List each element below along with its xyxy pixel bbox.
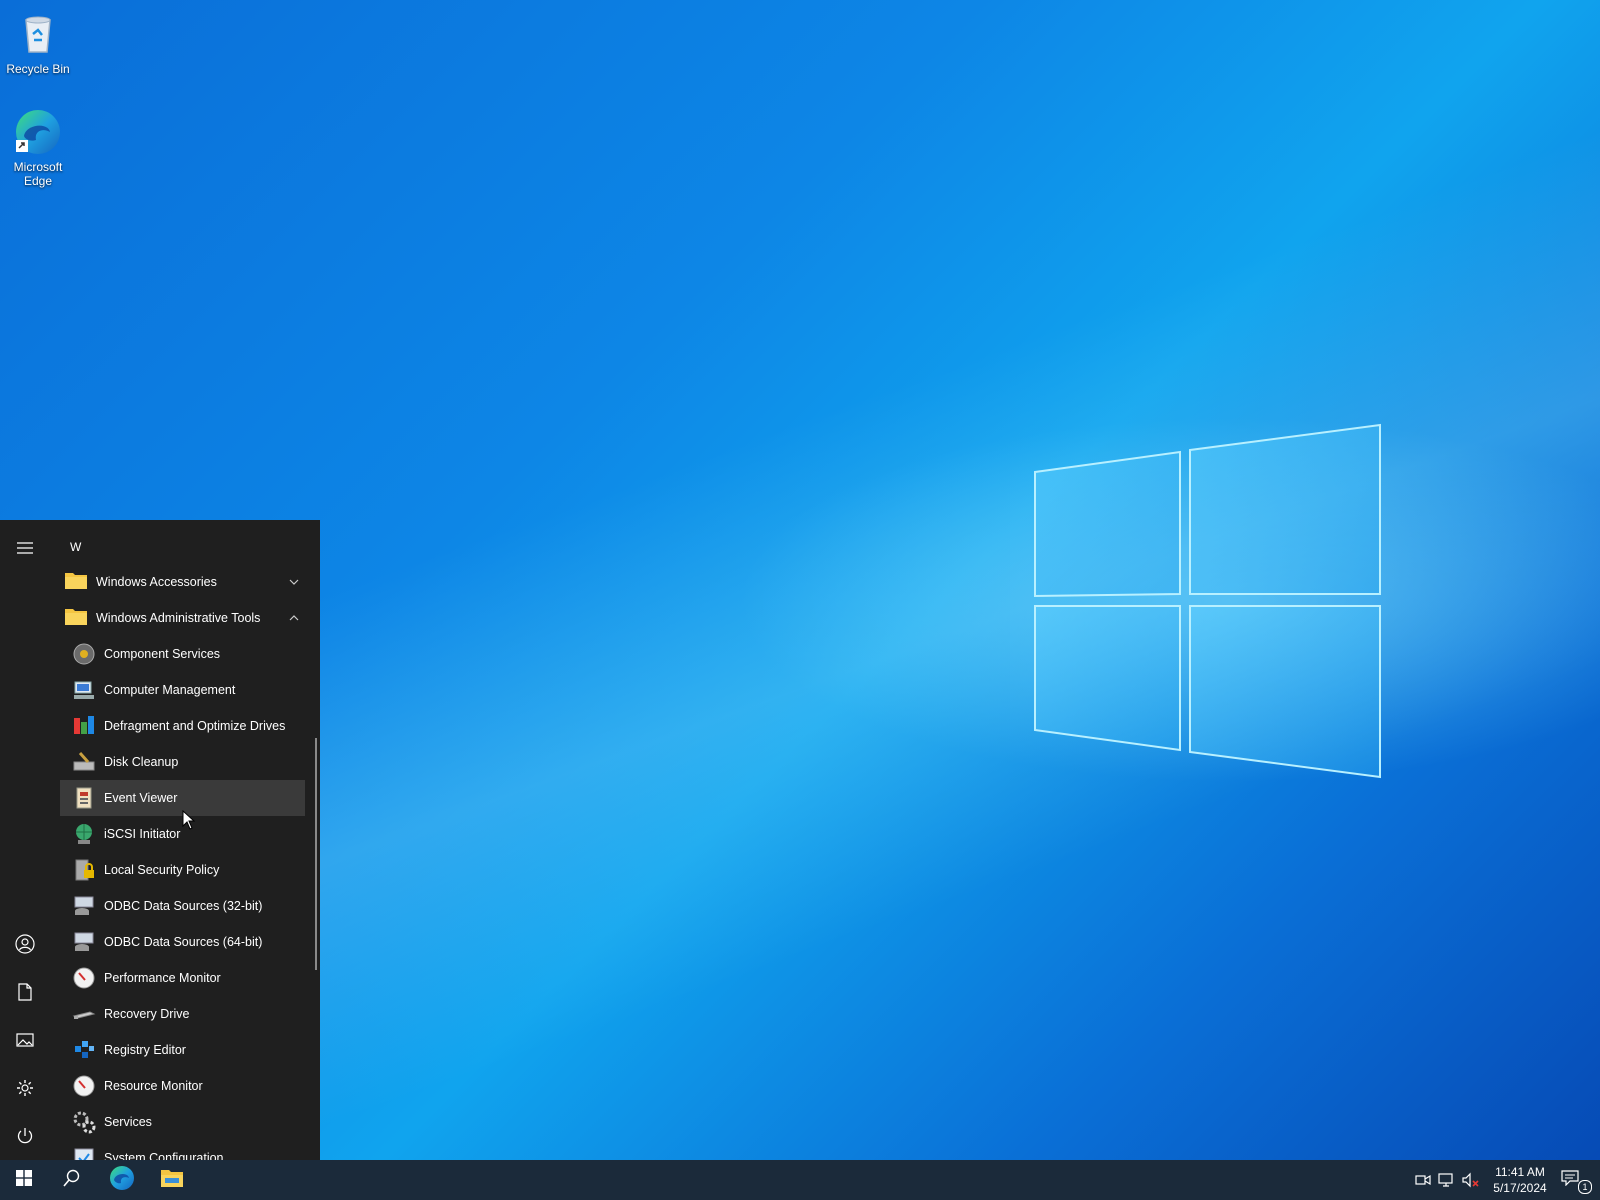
desktop-icon-label: Microsoft Edge [13,160,63,188]
volume-muted-icon[interactable] [1460,1160,1482,1200]
app-label: iSCSI Initiator [104,827,181,841]
event-viewer-icon [72,786,96,810]
app-component-services[interactable]: Component Services [60,636,305,672]
folder-windows-administrative-tools[interactable]: Windows Administrative Tools [60,600,305,636]
documents-icon[interactable] [0,970,50,1014]
app-label: Event Viewer [104,791,178,805]
app-list: W Windows Accessories Windows Administra… [50,520,320,1160]
start-menu-rail [0,520,50,1160]
app-local-security-policy[interactable]: Local Security Policy [60,852,305,888]
security-policy-icon [72,858,96,882]
desktop-icon-recycle-bin[interactable]: Recycle Bin [0,10,76,76]
app-label: Local Security Policy [104,863,220,877]
app-label: Services [104,1115,152,1129]
performance-monitor-icon [72,966,96,990]
user-account-icon[interactable] [0,922,50,966]
app-registry-editor[interactable]: Registry Editor [60,1032,305,1068]
clock-time: 11:41 AM [1495,1165,1545,1179]
windows-logo-wallpaper [1034,423,1381,779]
defragment-icon [72,714,96,738]
edge-icon [14,108,62,156]
app-label: Disk Cleanup [104,755,179,769]
services-icon [72,1110,96,1134]
app-label: ODBC Data Sources (64-bit) [104,935,263,949]
hamburger-menu-icon[interactable] [0,526,50,570]
folder-icon [64,606,88,630]
app-recovery-drive[interactable]: Recovery Drive [60,996,305,1032]
odbc-icon [72,930,96,954]
odbc-icon [72,894,96,918]
recycle-bin-icon [14,10,62,58]
component-services-icon [72,642,96,666]
folder-icon [64,570,88,594]
registry-editor-icon [72,1038,96,1062]
app-label: Registry Editor [104,1043,186,1057]
app-performance-monitor[interactable]: Performance Monitor [60,960,305,996]
app-label: Computer Management [104,683,236,697]
app-resource-monitor[interactable]: Resource Monitor [60,1068,305,1104]
desktop-icon-label: Recycle Bin [6,62,70,76]
app-services[interactable]: Services [60,1104,305,1140]
power-icon[interactable] [0,1114,50,1158]
start-menu-scrollbar[interactable] [315,738,317,970]
mouse-cursor-icon [182,810,196,830]
search-icon [63,1169,81,1192]
app-label: Defragment and Optimize Drives [104,719,286,733]
app-label: System Configuration [104,1151,224,1160]
app-label: Performance Monitor [104,971,221,985]
disk-cleanup-icon [72,750,96,774]
clock-date: 5/17/2024 [1493,1181,1547,1195]
app-odbc-32[interactable]: ODBC Data Sources (32-bit) [60,888,305,924]
start-windows-icon [16,1169,32,1191]
app-odbc-64[interactable]: ODBC Data Sources (64-bit) [60,924,305,960]
taskbar-edge-button[interactable] [98,1160,146,1200]
recovery-drive-icon [72,1002,96,1026]
computer-management-icon [72,678,96,702]
app-system-configuration[interactable]: System Configuration [60,1140,305,1160]
chevron-down-icon [289,574,299,588]
app-disk-cleanup[interactable]: Disk Cleanup [60,744,305,780]
taskbar: 11:41 AM 5/17/2024 1 [0,1160,1600,1200]
pictures-icon[interactable] [0,1018,50,1062]
app-label: Resource Monitor [104,1079,203,1093]
folder-label: Windows Administrative Tools [96,611,261,625]
resource-monitor-icon [72,1074,96,1098]
section-letter[interactable]: W [70,540,81,554]
start-menu: W Windows Accessories Windows Administra… [0,520,320,1160]
start-button[interactable] [0,1160,48,1200]
app-label: Recovery Drive [104,1007,190,1021]
folder-windows-accessories[interactable]: Windows Accessories [60,564,305,600]
notification-icon [1561,1169,1579,1191]
app-label: ODBC Data Sources (32-bit) [104,899,263,913]
search-button[interactable] [48,1160,96,1200]
file-explorer-icon [160,1168,184,1193]
settings-gear-icon[interactable] [0,1066,50,1110]
meet-now-icon[interactable] [1412,1160,1434,1200]
folder-label: Windows Accessories [96,575,217,589]
app-label: Component Services [104,647,221,661]
network-icon[interactable] [1436,1160,1458,1200]
app-defragment[interactable]: Defragment and Optimize Drives [60,708,305,744]
notification-count-badge: 1 [1578,1180,1592,1194]
edge-icon [109,1165,135,1196]
desktop-icon-edge[interactable]: Microsoft Edge [0,108,76,188]
chevron-up-icon [289,610,299,624]
system-configuration-icon [72,1146,96,1160]
iscsi-icon [72,822,96,846]
app-computer-management[interactable]: Computer Management [60,672,305,708]
taskbar-file-explorer-button[interactable] [148,1160,196,1200]
taskbar-clock[interactable]: 11:41 AM 5/17/2024 [1480,1164,1560,1196]
